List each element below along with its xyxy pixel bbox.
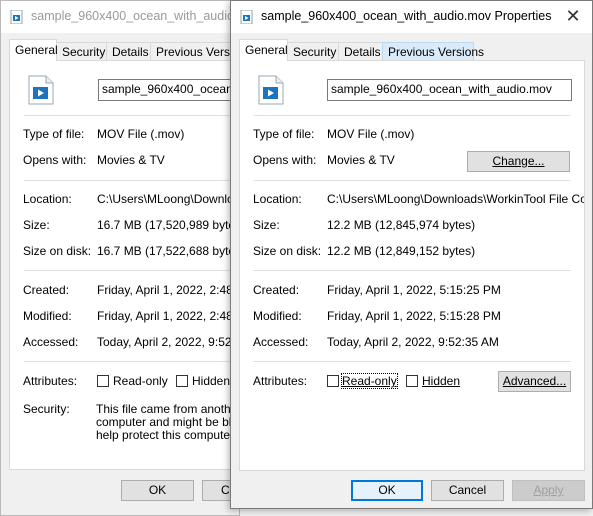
location-value: C:\Users\MLoong\Downloads [97,192,240,206]
video-file-icon [258,75,284,105]
window-title: sample_960x400_ocean_with_audio.mov Prop… [261,9,552,23]
security-label: Security: [23,402,70,416]
change-button[interactable]: Change... [467,151,570,172]
tab-details[interactable]: Details [338,42,383,60]
divider [253,361,571,362]
size-on-disk-label: Size on disk: [253,244,322,258]
divider [253,115,571,116]
filename-field[interactable]: sample_960x400_ocean_with_audio.mov [327,79,572,101]
size-on-disk-value: 16.7 MB (17,522,688 bytes) [97,244,240,258]
created-value: Friday, April 1, 2022, 5:15:25 PM [327,283,501,297]
tab-security[interactable]: Security [287,42,339,60]
location-value: C:\Users\MLoong\Downloads\WorkinTool Fil… [327,192,585,206]
background-properties-window[interactable]: sample_960x400_ocean_with_audio.m Genera… [0,0,240,516]
change-button-label: Change... [492,154,545,168]
tab-previous-versions[interactable]: Previous Versions [382,42,484,60]
opens-with-value: Movies & TV [97,153,165,167]
title-bar[interactable]: sample_960x400_ocean_with_audio.m [1,1,239,33]
size-value: 16.7 MB (17,520,989 bytes) [97,218,240,232]
opens-with-value: Movies & TV [327,153,395,167]
close-icon[interactable]: ✕ [560,5,586,29]
divider [253,270,571,271]
size-value: 12.2 MB (12,845,974 bytes) [327,218,476,232]
general-panel: sample_960x400_ocean_with_audio.mov Type… [239,60,585,471]
hidden-label[interactable]: Hidden [422,374,460,388]
modified-label: Modified: [23,309,72,323]
security-text-line: help protect this computer. [96,428,237,442]
tab-details[interactable]: Details [106,42,151,60]
tab-general[interactable]: General [9,39,58,61]
title-bar[interactable]: sample_960x400_ocean_with_audio.mov Prop… [231,1,592,33]
size-label: Size: [253,218,280,232]
general-panel: sample_960x400_ocean_wi Type of file: MO… [9,60,240,470]
modified-value: Friday, April 1, 2022, 5:15:28 PM [327,309,501,323]
created-value: Friday, April 1, 2022, 2:48:42 [97,283,240,297]
security-text-line: This file came from another [96,402,240,416]
divider [24,270,239,271]
advanced-button-label: Advanced... [502,374,567,388]
video-file-icon [10,10,23,24]
hidden-checkbox[interactable] [406,375,418,387]
security-text-line: computer and might be block [96,415,240,429]
video-file-icon [240,10,253,24]
type-of-file-value: MOV File (.mov) [327,127,415,141]
accessed-label: Accessed: [23,335,79,349]
divider [24,361,239,362]
window-title: sample_960x400_ocean_with_audio.m [31,9,240,23]
accessed-value: Today, April 2, 2022, 9:52:40 [97,335,240,349]
location-label: Location: [23,192,72,206]
ok-button[interactable]: OK [351,480,423,501]
read-only-checkbox[interactable] [97,375,109,387]
properties-window[interactable]: sample_960x400_ocean_with_audio.mov Prop… [230,0,593,509]
opens-with-label: Opens with: [253,153,317,167]
hidden-checkbox[interactable] [176,375,188,387]
read-only-label-text: Read-only [342,374,397,388]
type-of-file-label: Type of file: [253,127,315,141]
created-label: Created: [23,283,70,297]
modified-value: Friday, April 1, 2022, 2:48:56 [97,309,240,323]
divider [253,180,571,181]
accessed-value: Today, April 2, 2022, 9:52:35 AM [327,335,499,349]
read-only-label[interactable]: Read-only [113,374,168,388]
tab-security[interactable]: Security [56,42,107,60]
read-only-label[interactable]: Read-only [341,373,398,389]
tab-general[interactable]: General [239,39,288,61]
type-of-file-label: Type of file: [23,127,85,141]
apply-button[interactable]: Apply [512,480,585,501]
advanced-button[interactable]: Advanced... [498,371,571,392]
divider [24,115,239,116]
cancel-button[interactable]: Cancel [431,480,504,501]
accessed-label: Accessed: [253,335,309,349]
modified-label: Modified: [253,309,302,323]
tab-previous-versions[interactable]: Previous Versio [150,42,239,60]
size-label: Size: [23,218,50,232]
filename-field[interactable]: sample_960x400_ocean_wi [98,79,239,101]
type-of-file-value: MOV File (.mov) [97,127,185,141]
attributes-label: Attributes: [23,374,78,388]
divider [24,180,239,181]
size-on-disk-value: 12.2 MB (12,849,152 bytes) [327,244,476,258]
created-label: Created: [253,283,300,297]
apply-button-label: Apply [533,483,564,497]
attributes-label: Attributes: [253,374,308,388]
ok-button[interactable]: OK [121,480,194,501]
hidden-label[interactable]: Hidden [192,374,230,388]
video-file-icon [28,75,54,105]
location-label: Location: [253,192,302,206]
read-only-checkbox[interactable] [327,375,339,387]
opens-with-label: Opens with: [23,153,87,167]
hidden-label-text: Hidden [422,374,461,388]
size-on-disk-label: Size on disk: [23,244,92,258]
